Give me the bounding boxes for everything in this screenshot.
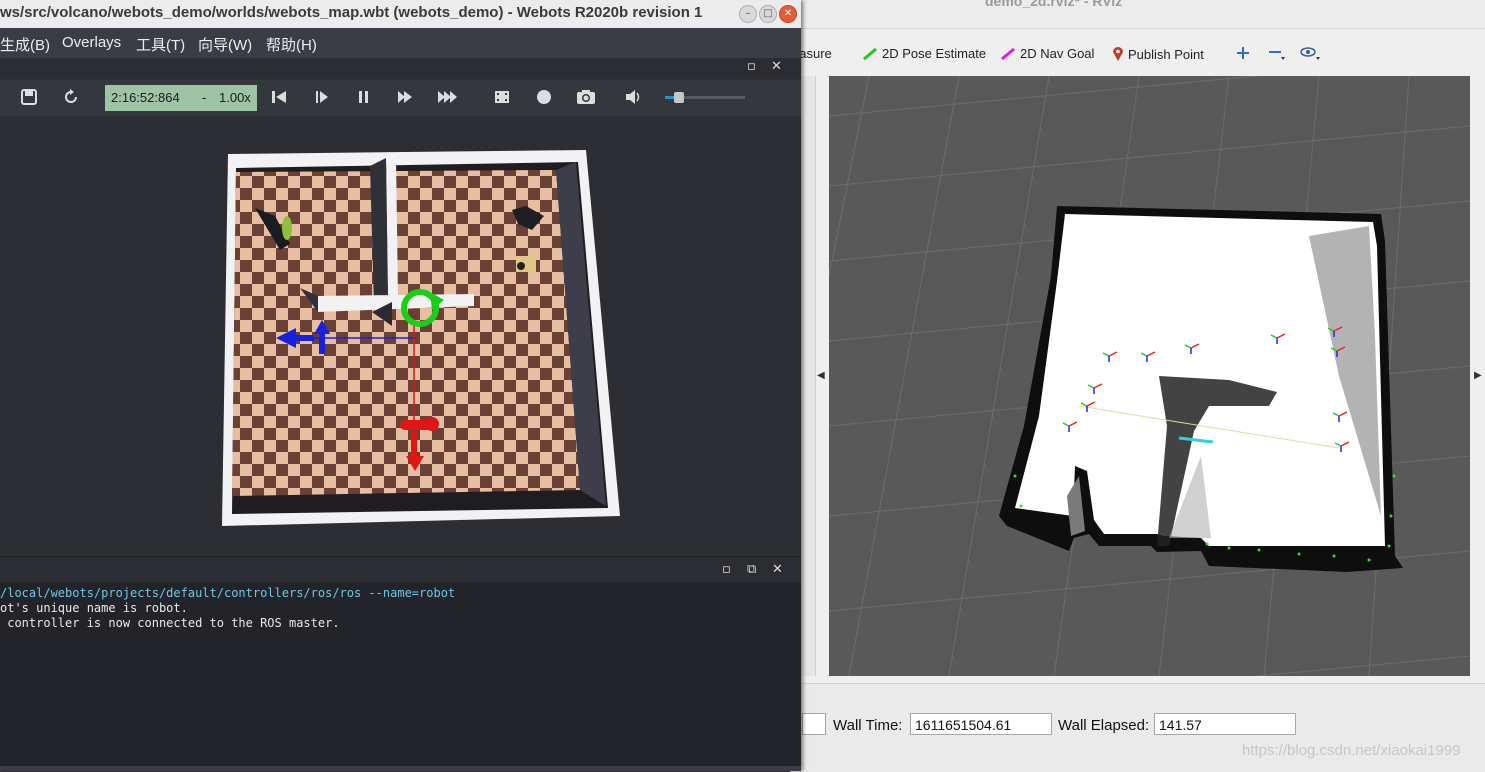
pose-estimate-icon (863, 47, 877, 61)
volume-slider[interactable] (665, 92, 745, 103)
movie-icon[interactable] (493, 88, 511, 106)
rviz-time-panel: Wall Time: 1611651504.61 Wall Elapsed: 1… (790, 683, 1485, 772)
menu-overlays[interactable]: Overlays (62, 34, 121, 51)
rviz-left-panel-edge[interactable] (800, 76, 816, 676)
zoom-in-button[interactable] (1236, 45, 1254, 60)
collapse-right-icon[interactable]: ▶ (1474, 370, 1482, 381)
webots-scene[interactable] (0, 116, 801, 556)
run-icon[interactable] (396, 88, 414, 106)
maximize-button[interactable]: □ (759, 5, 777, 23)
close-button[interactable]: ✕ (779, 5, 797, 23)
dock-float-icon[interactable]: ▫ (747, 59, 756, 74)
console-restore-icon[interactable]: ⧉ (747, 562, 756, 577)
console-float-icon[interactable]: ▫ (722, 562, 731, 577)
rviz-map-view[interactable] (829, 76, 1470, 676)
minimize-button[interactable]: – (739, 5, 757, 23)
console-close-icon[interactable]: ✕ (772, 562, 783, 577)
rviz-toolbar: easure 2D Pose Estimate 2D Nav Goal Publ… (790, 40, 1485, 72)
webots-menubar: 生成(B) Overlays 工具(T) 向导(W) 帮助(H) (0, 28, 801, 58)
menu-tools[interactable]: 工具(T) (136, 34, 185, 55)
zoom-out-icon (1269, 51, 1285, 60)
scene-dock-header: ▫ ✕ (0, 58, 801, 78)
pause-icon[interactable] (355, 88, 373, 106)
tool-publish-point[interactable]: Publish Point (1112, 46, 1204, 62)
publish-point-icon (1113, 47, 1123, 61)
wall-elapsed-field[interactable]: 141.57 (1154, 713, 1296, 735)
record-icon[interactable] (535, 88, 553, 106)
view-menu-button[interactable] (1300, 45, 1326, 61)
fast-icon[interactable] (437, 88, 459, 106)
collapse-left-icon[interactable]: ◀ (817, 370, 825, 381)
webots-window: ws/src/volcano/webots_demo/worlds/webots… (0, 0, 801, 771)
menu-build[interactable]: 生成(B) (0, 34, 50, 55)
simulation-speed: 1.00x (219, 90, 251, 105)
time-separator: - (202, 90, 207, 105)
console-dock-header: ▫ ⧉ ✕ (0, 556, 801, 583)
wall-elapsed-label: Wall Elapsed: (1058, 717, 1150, 734)
menu-help[interactable]: 帮助(H) (266, 34, 317, 55)
tool-2d-pose-estimate[interactable]: 2D Pose Estimate (862, 46, 986, 61)
webots-statusbar (0, 766, 801, 771)
zoom-in-icon (1237, 47, 1249, 59)
save-icon[interactable] (20, 88, 38, 106)
screenshot-icon[interactable] (576, 88, 596, 106)
webots-3d-view[interactable] (0, 116, 801, 556)
wall-time-field[interactable]: 1611651504.61 (910, 713, 1052, 735)
webots-title: ws/src/volcano/webots_demo/worlds/webots… (0, 4, 703, 21)
step-icon[interactable] (313, 88, 331, 106)
dock-close-icon[interactable]: ✕ (771, 59, 782, 74)
wall-time-label: Wall Time: (833, 717, 903, 734)
webots-titlebar: ws/src/volcano/webots_demo/worlds/webots… (0, 0, 801, 28)
tool-2d-nav-goal[interactable]: 2D Nav Goal (1000, 46, 1094, 61)
rviz-window: demo_2d.rviz* - RViz easure 2D Pose Esti… (790, 0, 1485, 772)
tool-publish-point-label: Publish Point (1128, 47, 1204, 62)
console-line: /local/webots/projects/default/controlle… (0, 586, 456, 600)
simulation-time: 2:16:52:864 (111, 90, 180, 105)
ros-elapsed-field[interactable] (802, 713, 826, 735)
eye-icon (1300, 47, 1320, 60)
tool-pose-estimate-label: 2D Pose Estimate (882, 46, 987, 61)
rviz-title: demo_2d.rviz* - RViz (985, 0, 1123, 9)
reload-icon[interactable] (62, 88, 80, 106)
watermark: https://blog.csdn.net/xiaokai1999 (1242, 742, 1461, 759)
volume-icon[interactable] (624, 88, 644, 106)
step-back-icon[interactable] (270, 88, 288, 106)
volume-slider-handle[interactable] (674, 92, 685, 103)
console-output[interactable]: /local/webots/projects/default/controlle… (0, 582, 801, 767)
console-line: ot's unique name is robot. (0, 601, 188, 615)
menu-wizards[interactable]: 向导(W) (198, 34, 252, 55)
rviz-3d-viewport[interactable] (829, 76, 1470, 676)
nav-goal-icon (1001, 47, 1015, 61)
tool-nav-goal-label: 2D Nav Goal (1020, 46, 1095, 61)
simulation-time-display: 2:16:52:864 - 1.00x (105, 85, 257, 111)
rviz-titlebar: demo_2d.rviz* - RViz (790, 0, 1485, 29)
console-line: controller is now connected to the ROS m… (0, 616, 340, 630)
zoom-out-button[interactable] (1268, 45, 1290, 61)
